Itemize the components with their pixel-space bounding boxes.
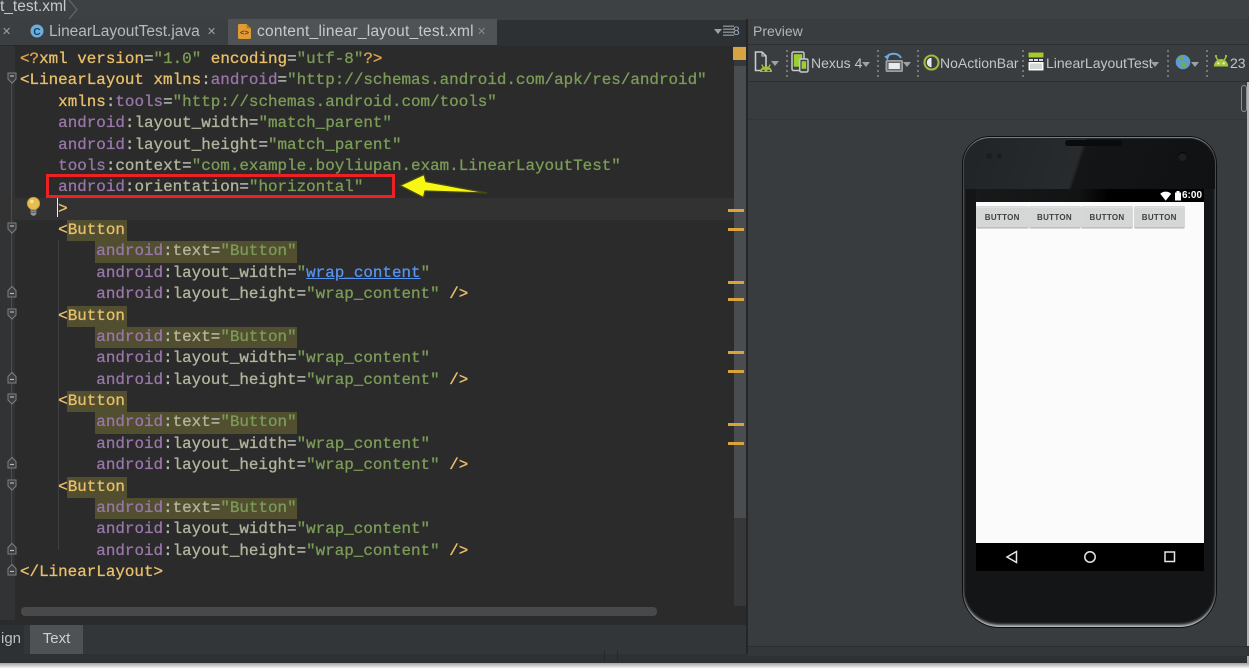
- svg-text:C: C: [33, 27, 40, 38]
- svg-text:<>: <>: [240, 30, 250, 38]
